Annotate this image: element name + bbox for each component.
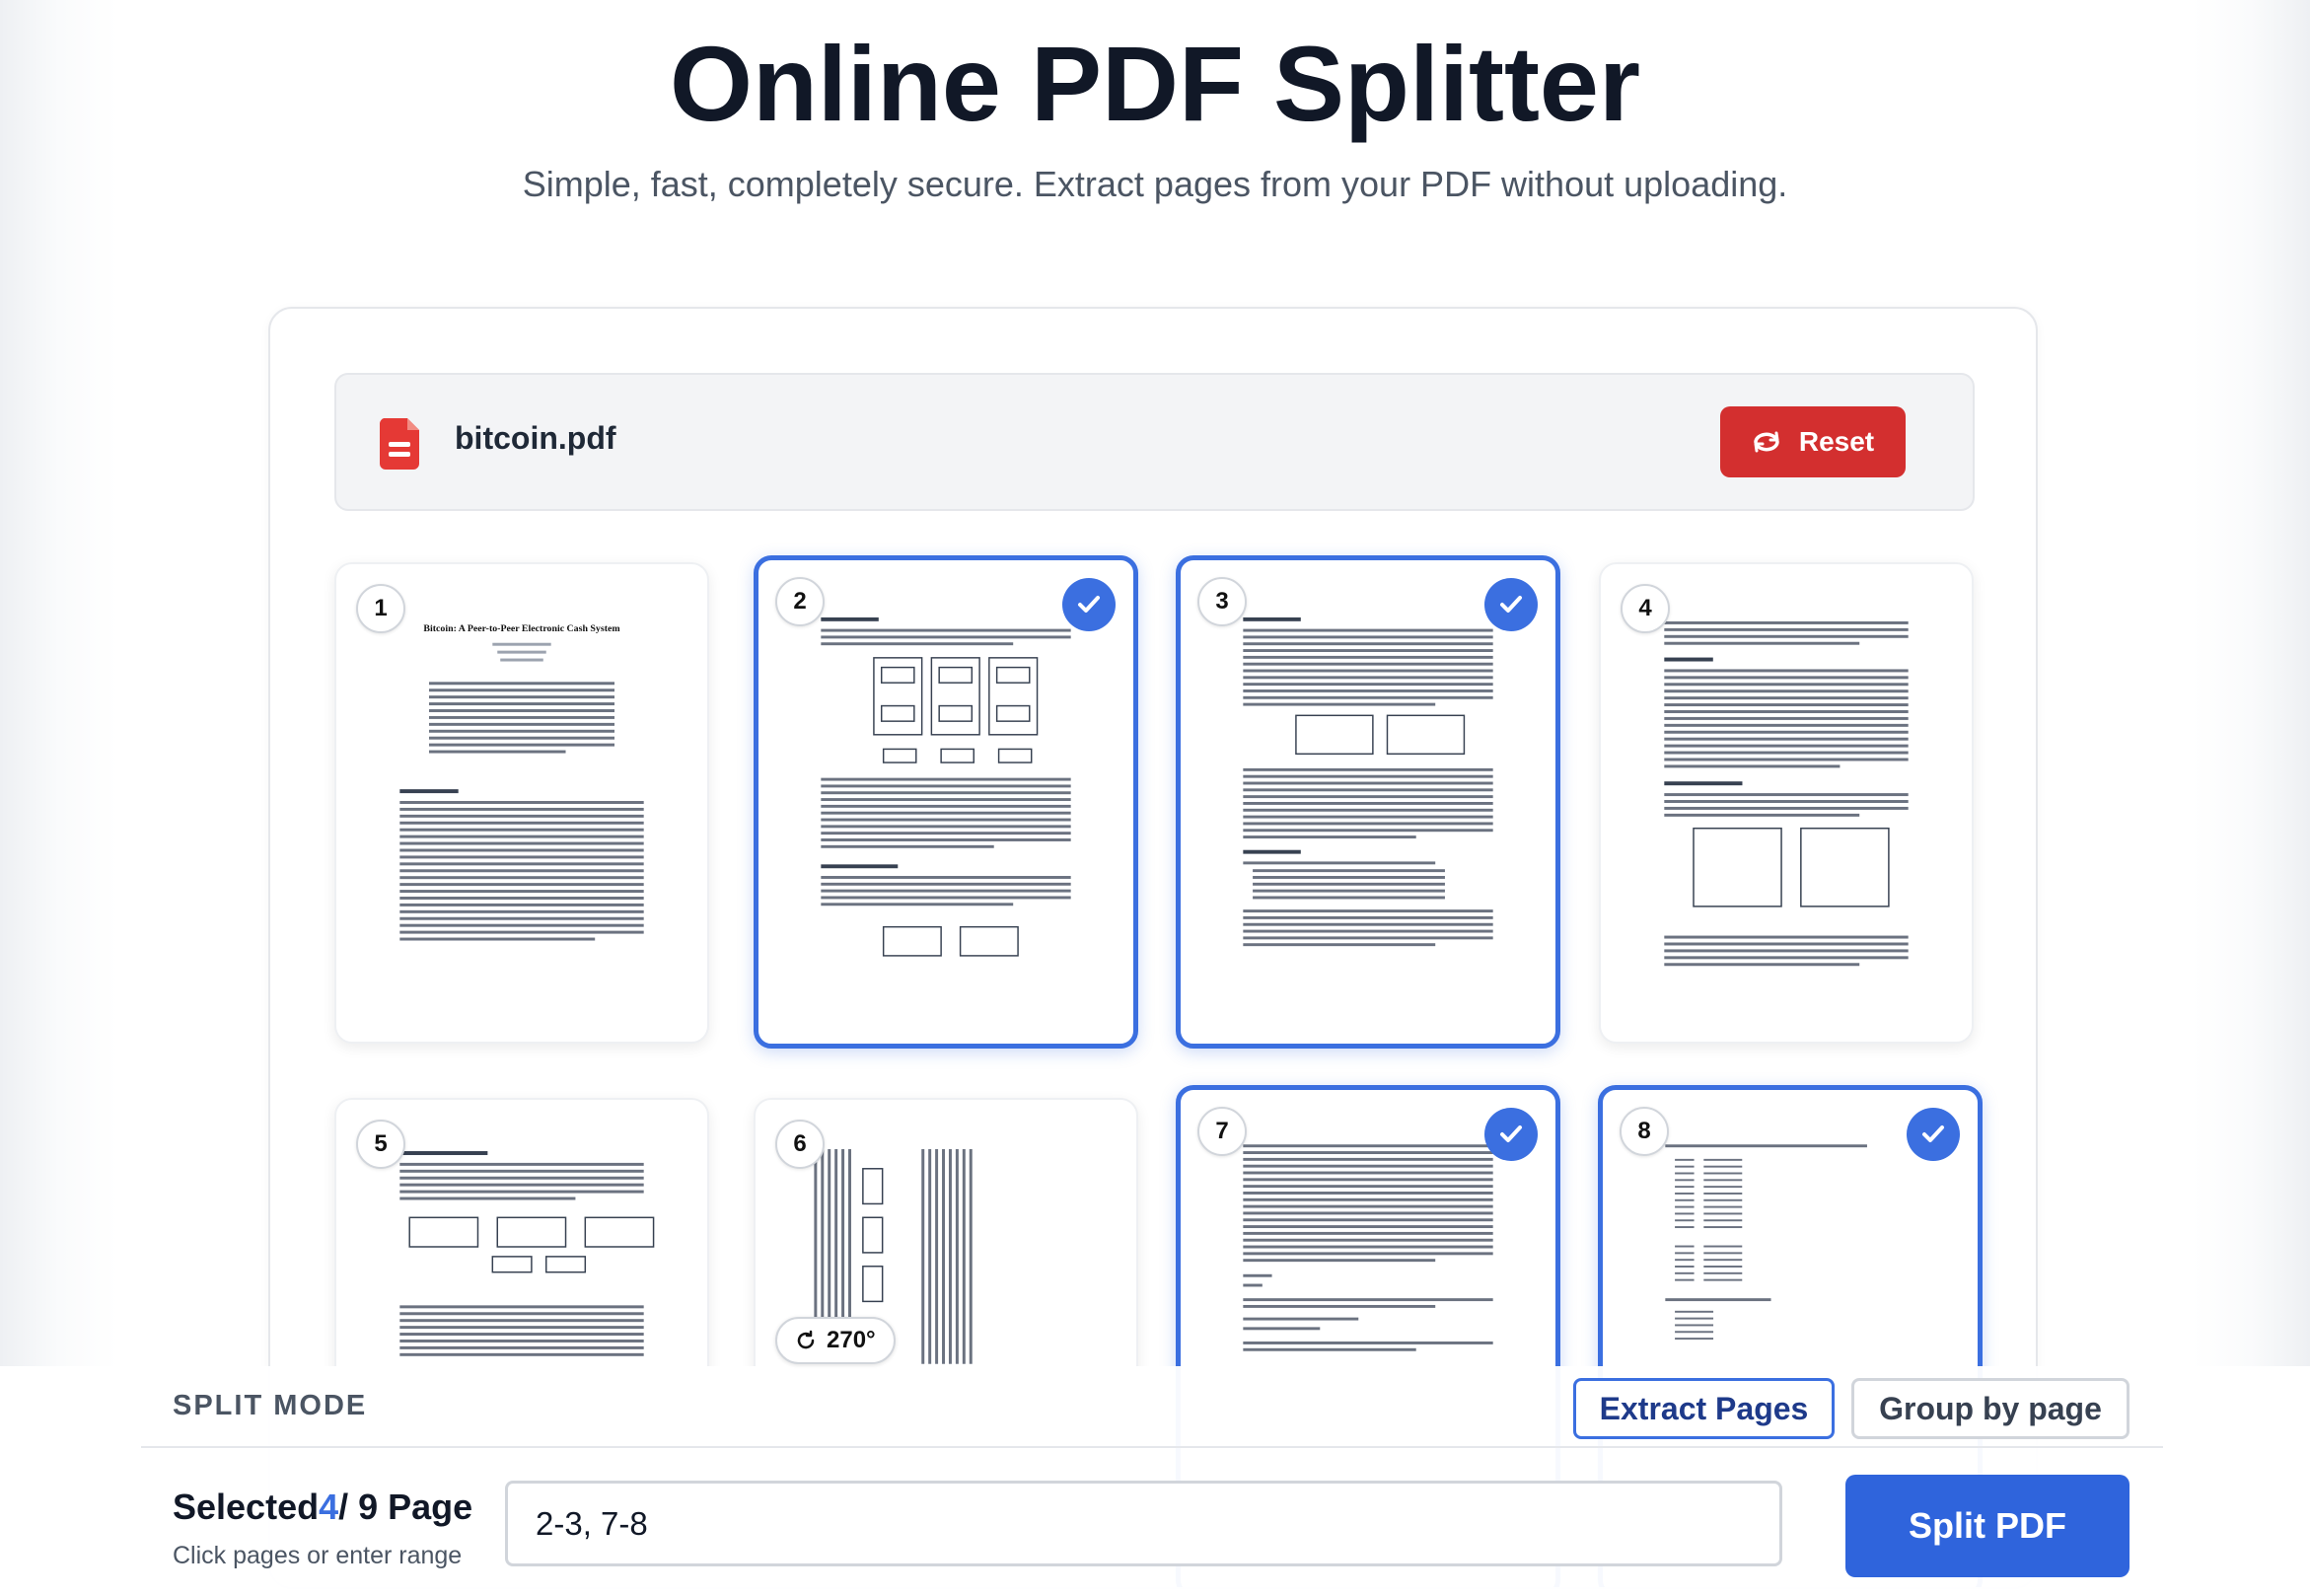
page-number-badge: 3 [1197,577,1247,626]
file-bar: bitcoin.pdf Reset [334,373,1975,511]
page-preview [1243,617,1493,947]
rotate-icon [797,1330,815,1349]
reset-button[interactable]: Reset [1720,406,1906,477]
page-range-input[interactable] [505,1481,1782,1566]
svg-text:Bitcoin: A Peer-to-Peer Electr: Bitcoin: A Peer-to-Peer Electronic Cash … [423,623,620,634]
page-title: Online PDF Splitter [669,24,1641,143]
split-pdf-button[interactable]: Split PDF [1845,1475,2130,1577]
page-number-badge: 6 [775,1120,825,1169]
page-number-badge: 8 [1620,1107,1669,1156]
extract-pages-button[interactable]: Extract Pages [1573,1378,1835,1439]
checkmark-icon [1062,578,1116,631]
group-by-page-button[interactable]: Group by page [1851,1378,2130,1439]
page-thumbnail-1[interactable]: 1 Bitcoin: A Peer-to-Peer Electronic Cas… [334,562,709,1044]
divider [141,1446,2163,1448]
page-number-badge: 7 [1197,1107,1247,1156]
rotate-badge[interactable]: 270° [775,1317,896,1364]
bottom-toolbar: SPLIT MODE Extract Pages Group by page S… [0,1366,2310,1596]
page-number-badge: 1 [356,584,405,633]
checkmark-icon [1907,1108,1960,1161]
page-subtitle: Simple, fast, completely secure. Extract… [522,164,1788,204]
rotation-label: 270° [827,1327,876,1353]
reset-icon [1754,431,1779,453]
page-thumbnail-2[interactable]: 2 [754,555,1138,1049]
file-name: bitcoin.pdf [455,420,616,456]
checkmark-icon [1484,1108,1538,1161]
page-preview [821,617,1071,957]
page-thumbnail-4[interactable]: 4 [1599,562,1974,1044]
page-number-badge: 5 [356,1120,405,1169]
page-preview: Bitcoin: A Peer-to-Peer Electronic Cash … [399,623,644,941]
page-thumbnail-3[interactable]: 3 [1176,555,1560,1049]
selection-count: Selected4/ 9 Page [173,1487,473,1527]
split-mode-label: SPLIT MODE [173,1390,368,1421]
selected-number: 4 [319,1487,339,1527]
reset-label: Reset [1798,426,1875,457]
checkmark-icon [1484,578,1538,631]
page-preview [1664,620,1909,967]
pdf-file-icon [380,418,419,470]
selection-hint: Click pages or enter range [173,1542,463,1569]
page-number-badge: 2 [775,577,825,626]
page-number-badge: 4 [1621,584,1670,633]
